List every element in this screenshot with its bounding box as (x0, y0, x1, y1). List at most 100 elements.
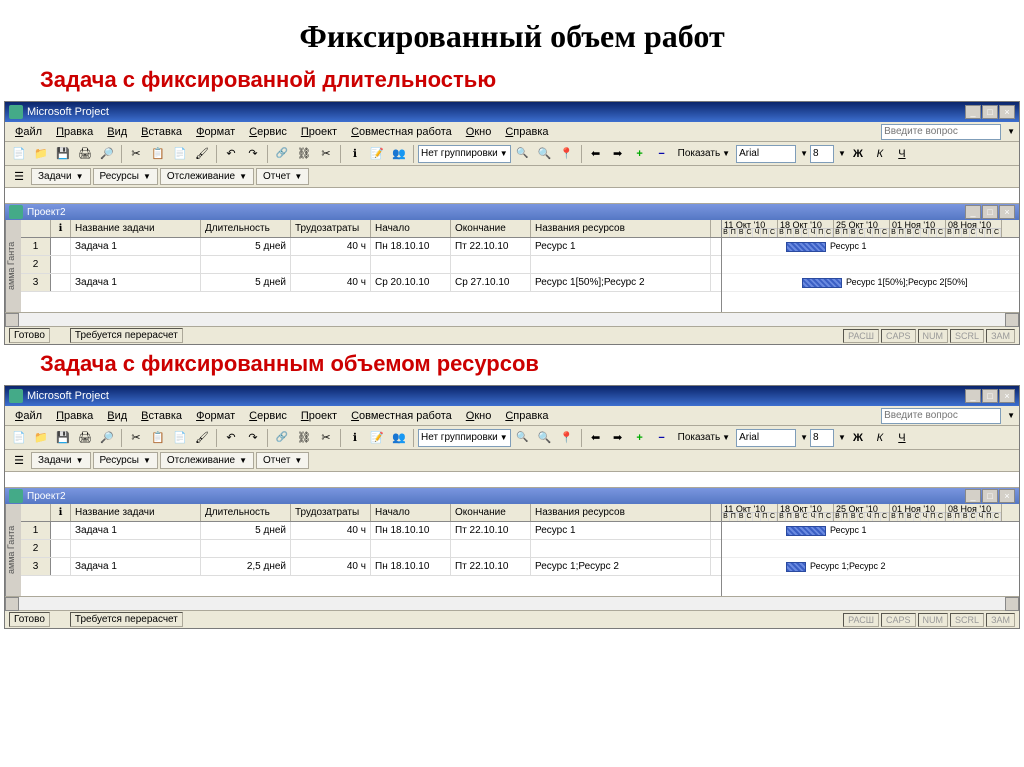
scroll-right-button[interactable] (1005, 597, 1019, 611)
collapse-icon[interactable]: − (652, 428, 672, 448)
redo-icon[interactable] (243, 144, 263, 164)
resources-cell[interactable] (531, 256, 711, 273)
copy-icon[interactable] (148, 428, 168, 448)
horizontal-scrollbar[interactable] (5, 312, 1019, 326)
font-name-dropdown[interactable]: Arial (736, 429, 796, 447)
gantt-bar[interactable] (786, 526, 826, 536)
table-row[interactable]: 3 Задача 1 5 дней 40 ч Ср 20.10.10 Ср 27… (21, 274, 721, 292)
horizontal-scrollbar[interactable] (5, 596, 1019, 610)
doc-close-button[interactable]: × (999, 205, 1015, 219)
row-number[interactable]: 3 (21, 558, 51, 575)
expand-icon[interactable]: + (630, 428, 650, 448)
collapse-icon[interactable]: − (652, 144, 672, 164)
notes-icon[interactable]: 📝 (367, 428, 387, 448)
work-cell[interactable]: 40 ч (291, 274, 371, 291)
indent-icon[interactable]: ➡ (608, 144, 628, 164)
menu-9[interactable]: Справка (499, 124, 554, 140)
table-row[interactable]: 2 (21, 256, 721, 274)
work-cell[interactable] (291, 540, 371, 557)
row-number[interactable]: 2 (21, 540, 51, 557)
paste-icon[interactable] (170, 144, 190, 164)
col-header-end[interactable]: Окончание (451, 504, 531, 521)
titlebar[interactable]: Microsoft Project _ □ × (5, 386, 1019, 406)
size-dropdown-arrow[interactable]: ▼ (838, 433, 846, 442)
start-cell[interactable]: Пн 18.10.10 (371, 558, 451, 575)
help-dropdown-icon[interactable]: ▼ (1007, 127, 1015, 136)
show-label[interactable]: Показать▼ (674, 148, 734, 159)
menu-7[interactable]: Совместная работа (345, 408, 458, 424)
outdent-icon[interactable]: ⬅ (586, 144, 606, 164)
resources-cell[interactable] (531, 540, 711, 557)
link-icon[interactable] (272, 144, 292, 164)
view-tab-1[interactable]: Ресурсы▼ (93, 452, 158, 469)
work-cell[interactable]: 40 ч (291, 558, 371, 575)
bold-button[interactable]: Ж (848, 144, 868, 164)
scroll-track[interactable] (19, 597, 1005, 610)
row-number[interactable]: 3 (21, 274, 51, 291)
assign-icon[interactable]: 👥 (389, 428, 409, 448)
task-name-cell[interactable]: Задача 1 (71, 238, 201, 255)
menu-6[interactable]: Проект (295, 408, 343, 424)
menu-9[interactable]: Справка (499, 408, 554, 424)
task-name-cell[interactable]: Задача 1 (71, 522, 201, 539)
view-tab-2[interactable]: Отслеживание▼ (160, 452, 254, 469)
view-tab-2[interactable]: Отслеживание▼ (160, 168, 254, 185)
menu-3[interactable]: Вставка (135, 408, 188, 424)
duration-cell[interactable]: 5 дней (201, 274, 291, 291)
scroll-left-button[interactable] (5, 313, 19, 327)
open-icon[interactable] (31, 144, 51, 164)
gantt-bar[interactable] (786, 242, 826, 252)
col-header-end[interactable]: Окончание (451, 220, 531, 237)
notes-icon[interactable]: 📝 (367, 144, 387, 164)
underline-button[interactable]: Ч (892, 144, 912, 164)
end-cell[interactable]: Пт 22.10.10 (451, 238, 531, 255)
doc-close-button[interactable]: × (999, 489, 1015, 503)
resources-cell[interactable]: Ресурс 1 (531, 238, 711, 255)
menu-3[interactable]: Вставка (135, 124, 188, 140)
titlebar[interactable]: Microsoft Project _ □ × (5, 102, 1019, 122)
col-header-work[interactable]: Трудозатраты (291, 220, 371, 237)
help-search-input[interactable] (881, 408, 1001, 424)
gantt-bar[interactable] (802, 278, 842, 288)
link-icon[interactable] (272, 428, 292, 448)
start-cell[interactable]: Ср 20.10.10 (371, 274, 451, 291)
outdent-icon[interactable]: ⬅ (586, 428, 606, 448)
undo-icon[interactable] (221, 144, 241, 164)
print-preview-icon[interactable]: 🔎 (97, 428, 117, 448)
split-icon[interactable]: ✂ (316, 428, 336, 448)
duration-cell[interactable] (201, 256, 291, 273)
doc-minimize-button[interactable]: _ (965, 489, 981, 503)
start-cell[interactable] (371, 540, 451, 557)
col-header-resources[interactable]: Названия ресурсов (531, 220, 711, 237)
menu-0[interactable]: Файл (9, 124, 48, 140)
size-dropdown-arrow[interactable]: ▼ (838, 149, 846, 158)
row-number[interactable]: 1 (21, 522, 51, 539)
gantt-sidebar-label[interactable]: амма Ганта (5, 504, 21, 596)
row-number[interactable]: 1 (21, 238, 51, 255)
maximize-button[interactable]: □ (982, 105, 998, 119)
col-header-duration[interactable]: Длительность (201, 220, 291, 237)
close-button[interactable]: × (999, 105, 1015, 119)
underline-button[interactable]: Ч (892, 428, 912, 448)
menu-2[interactable]: Вид (101, 408, 133, 424)
col-header-work[interactable]: Трудозатраты (291, 504, 371, 521)
view-tab-0[interactable]: Задачи▼ (31, 168, 91, 185)
table-row[interactable]: 1 Задача 1 5 дней 40 ч Пн 18.10.10 Пт 22… (21, 522, 721, 540)
doc-maximize-button[interactable]: □ (982, 489, 998, 503)
cut-icon[interactable] (126, 428, 146, 448)
work-cell[interactable] (291, 256, 371, 273)
end-cell[interactable] (451, 540, 531, 557)
new-icon[interactable] (9, 144, 29, 164)
scroll-right-button[interactable] (1005, 313, 1019, 327)
scroll-track[interactable] (19, 313, 1005, 326)
duration-cell[interactable]: 5 дней (201, 522, 291, 539)
minimize-button[interactable]: _ (965, 389, 981, 403)
col-header-name[interactable]: Название задачи (71, 220, 201, 237)
font-dropdown-arrow[interactable]: ▼ (800, 433, 808, 442)
font-dropdown-arrow[interactable]: ▼ (800, 149, 808, 158)
menu-1[interactable]: Правка (50, 408, 99, 424)
task-name-cell[interactable] (71, 256, 201, 273)
menu-5[interactable]: Сервис (243, 124, 293, 140)
menu-7[interactable]: Совместная работа (345, 124, 458, 140)
font-size-dropdown[interactable]: 8 (810, 429, 834, 447)
